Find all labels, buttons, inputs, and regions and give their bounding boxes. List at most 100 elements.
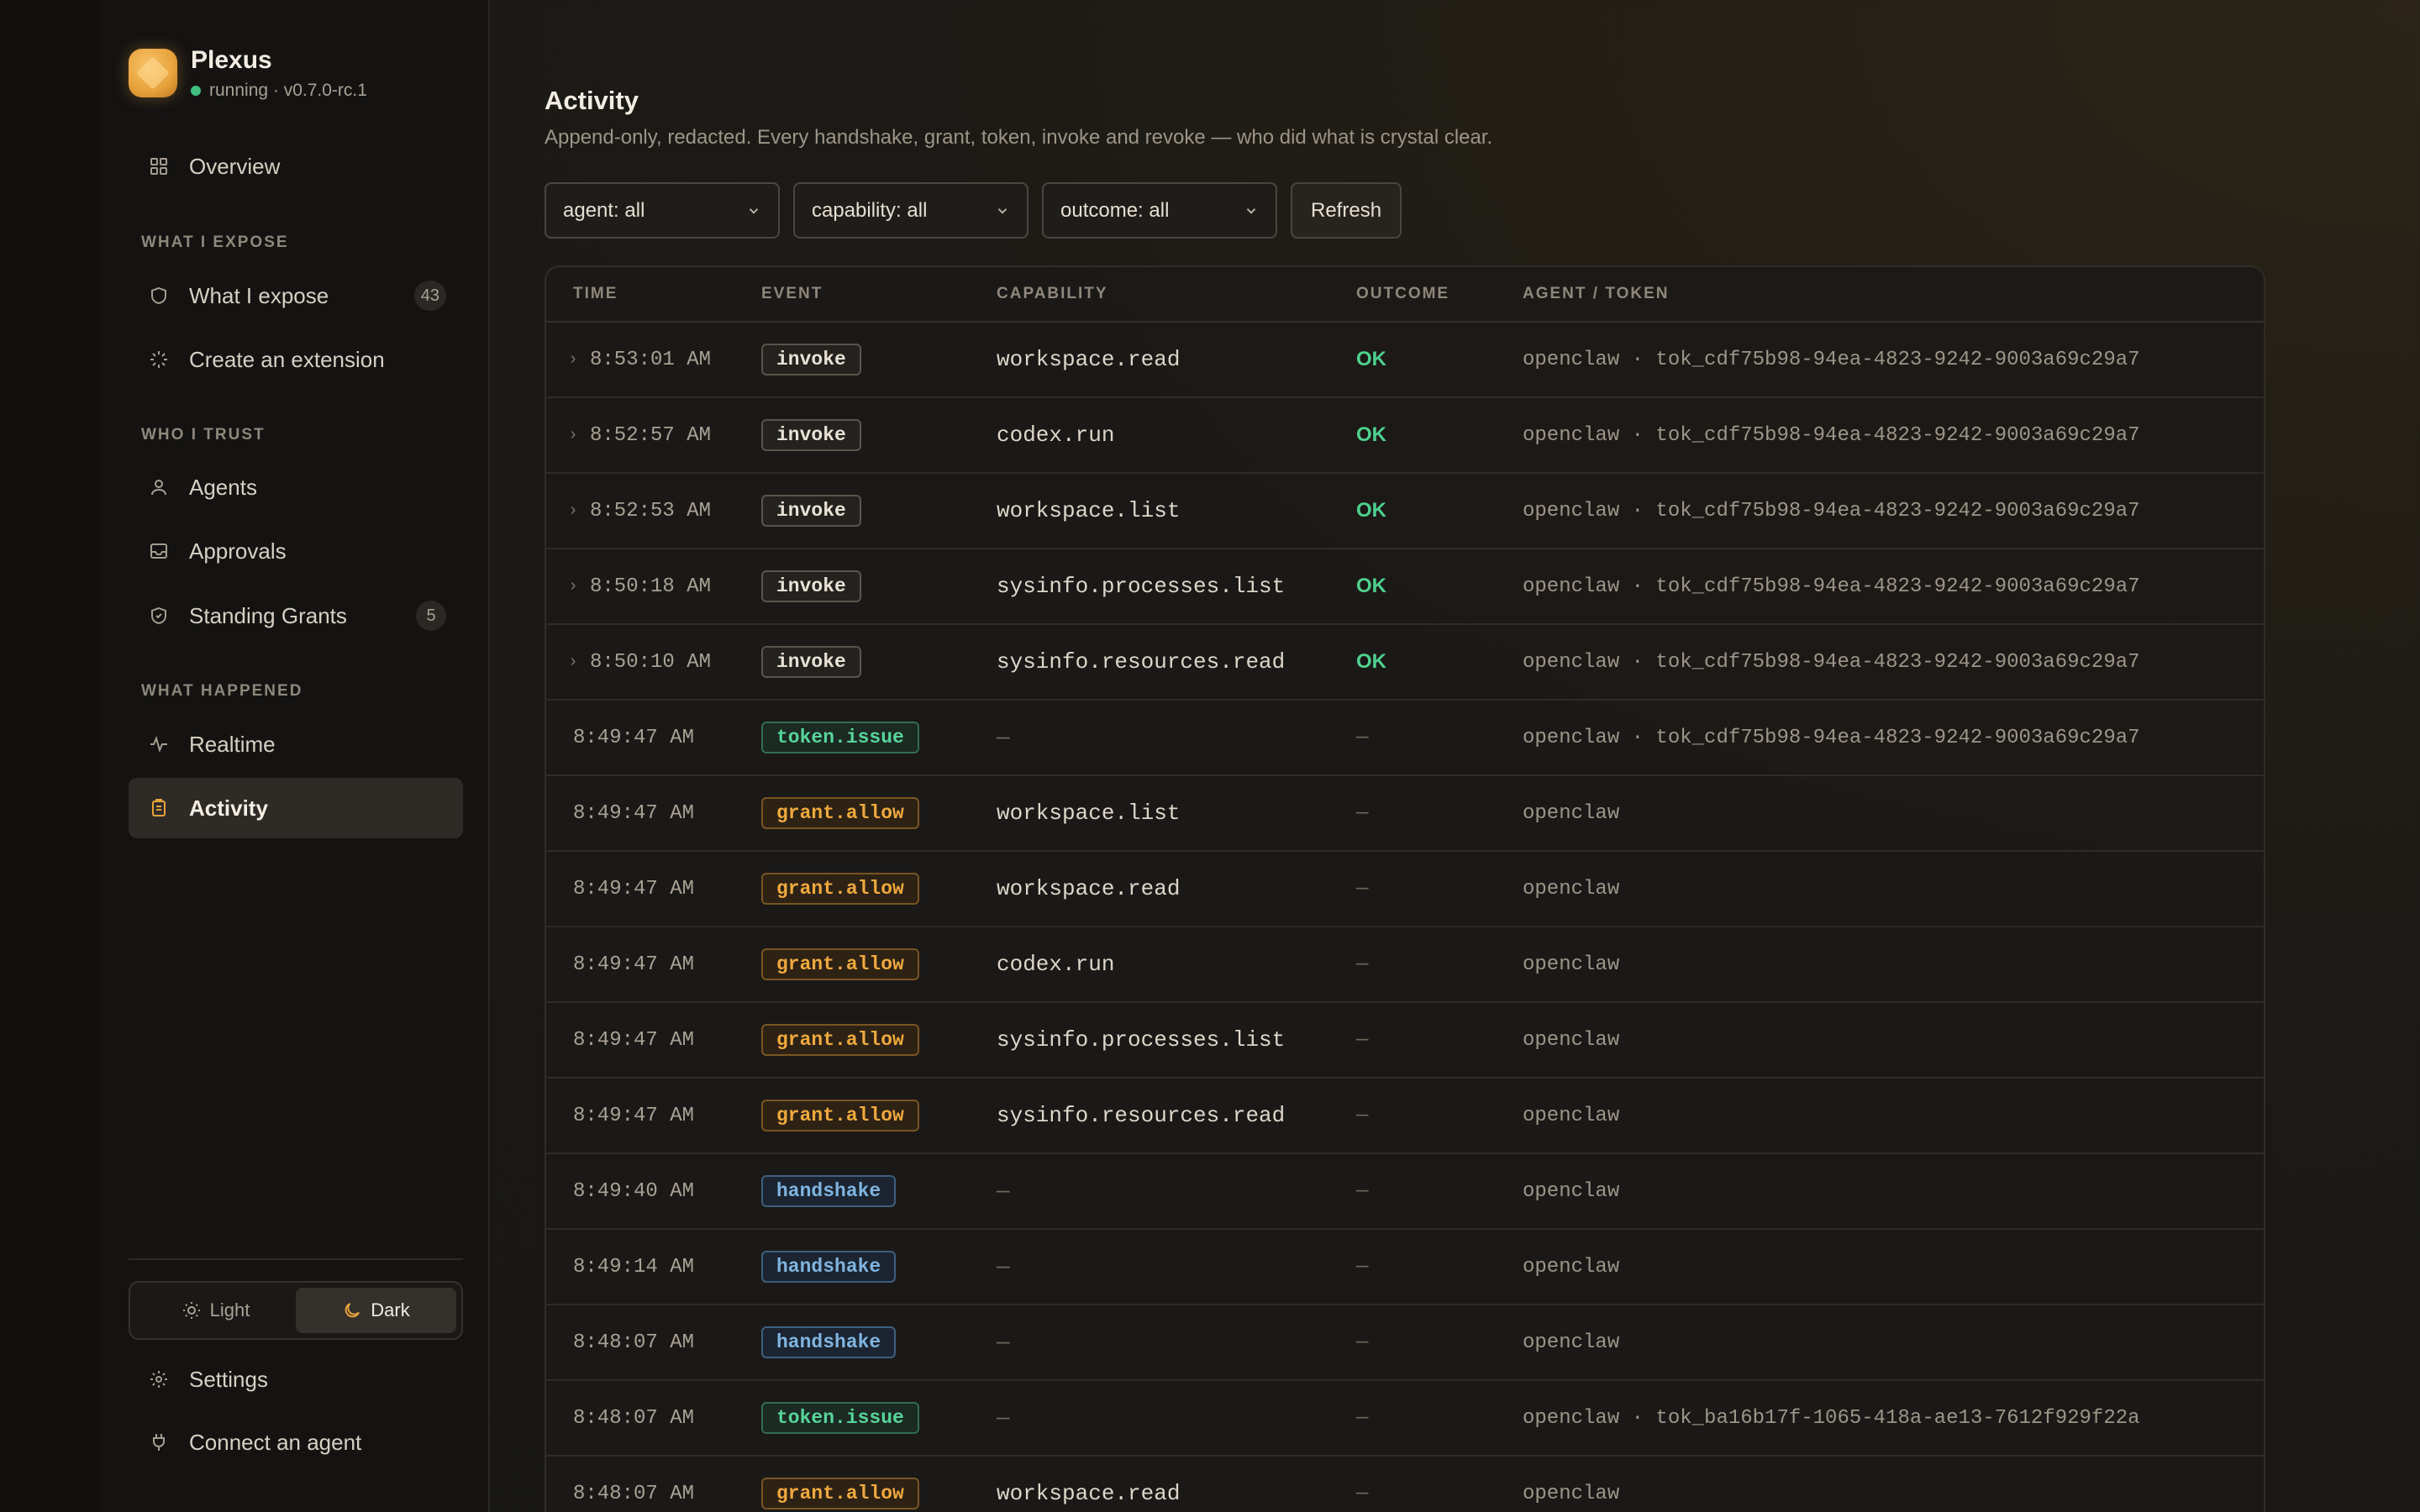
outcome-filter-value: outcome: all — [1060, 198, 1170, 222]
cell-agent-token: openclaw — [1523, 1028, 1620, 1052]
cell-agent-token: openclaw — [1523, 1104, 1620, 1127]
theme-dark-button[interactable]: Dark — [296, 1288, 456, 1333]
cell-capability: codex.run — [997, 952, 1115, 977]
cell-outcome: OK — [1356, 423, 1386, 446]
cell-event: invoke — [761, 419, 997, 451]
cell-event: grant.allow — [761, 797, 997, 829]
cell-outcome: — — [1356, 953, 1369, 976]
cell-time: › 8:52:57 AM — [546, 424, 761, 447]
table-row: 8:49:47 AM grant.allow codex.run — openclaw — [546, 927, 2264, 1003]
chevron-right-icon[interactable]: › — [568, 501, 583, 521]
sidebar-item-create-extension[interactable]: Create an extension — [129, 329, 463, 390]
time-text: 8:52:53 AM — [590, 499, 712, 522]
sidebar-item-agents[interactable]: Agents — [129, 457, 463, 517]
event-badge: grant.allow — [761, 797, 919, 829]
cell-time: › 8:50:18 AM — [546, 575, 761, 598]
cell-capability: sysinfo.processes.list — [997, 1027, 1286, 1053]
app-status: running · v0.7.0-rc.1 — [191, 81, 367, 101]
cell-time: 8:49:47 AM — [546, 1029, 761, 1052]
table-row: 8:48:07 AM handshake — — openclaw — [546, 1305, 2264, 1381]
table-row[interactable]: › 8:52:53 AM invoke workspace.list OK opencla… — [546, 474, 2264, 549]
header-outcome: OUTCOME — [1356, 285, 1450, 302]
chevron-right-icon[interactable]: › — [568, 577, 583, 596]
table-row: 8:48:07 AM grant.allow workspace.read — open… — [546, 1457, 2264, 1512]
time-text: 8:49:47 AM — [573, 953, 695, 976]
time-text: 8:48:07 AM — [573, 1331, 695, 1354]
agent-filter-select[interactable]: agent: all — [544, 182, 780, 239]
chevron-right-icon[interactable]: › — [568, 426, 583, 445]
refresh-button[interactable]: Refresh — [1291, 182, 1402, 239]
sidebar-item-approvals[interactable]: Approvals — [129, 521, 463, 581]
cell-outcome: — — [1356, 1406, 1369, 1430]
table-row[interactable]: › 8:53:01 AM invoke workspace.read OK opencla… — [546, 323, 2264, 398]
table-row[interactable]: › 8:50:18 AM invoke sysinfo.processes.list O… — [546, 549, 2264, 625]
sidebar-item-activity[interactable]: Activity — [129, 778, 463, 838]
cell-capability: sysinfo.resources.read — [997, 649, 1286, 675]
cell-agent-token: openclaw — [1523, 953, 1620, 976]
cell-time: 8:48:07 AM — [546, 1483, 761, 1505]
activity-table: TIME EVENT CAPABILITY OUTCOME AGENT / TO… — [544, 265, 2265, 1512]
capability-filter-value: capability: all — [812, 198, 928, 222]
time-text: 8:53:01 AM — [590, 348, 712, 371]
sidebar-item-label: Create an extension — [189, 346, 385, 372]
cell-capability: workspace.read — [997, 876, 1181, 901]
cell-outcome: — — [1356, 1179, 1369, 1203]
time-text: 8:49:47 AM — [573, 801, 695, 825]
sidebar-item-realtime[interactable]: Realtime — [129, 714, 463, 774]
cell-agent-token: openclaw · tok_cdf75b98-94ea-4823-9242-9… — [1523, 423, 2140, 447]
status-dot-icon — [191, 86, 201, 96]
sidebar-item-label: Agents — [189, 474, 257, 500]
chevron-down-icon — [1246, 207, 1256, 214]
cell-capability: — — [997, 1405, 1010, 1431]
cell-capability: — — [997, 725, 1010, 750]
header-agent-token: AGENT / TOKEN — [1523, 285, 1670, 302]
plug-icon — [147, 1431, 171, 1454]
table-header: TIME EVENT CAPABILITY OUTCOME AGENT / TO… — [546, 267, 2264, 323]
cell-event: invoke — [761, 344, 997, 375]
time-text: 8:49:47 AM — [573, 1104, 695, 1127]
chevron-right-icon[interactable]: › — [568, 350, 583, 370]
event-badge: handshake — [761, 1251, 897, 1283]
cell-outcome: — — [1356, 1104, 1369, 1127]
theme-light-label: Light — [209, 1299, 250, 1320]
filter-bar: agent: all capability: all outcome: all … — [544, 182, 1402, 239]
cell-capability: workspace.list — [997, 498, 1181, 523]
capability-filter-select[interactable]: capability: all — [793, 182, 1028, 239]
sidebar-item-standing-grants[interactable]: Standing Grants 5 — [129, 585, 463, 646]
sidebar-item-label: Connect an agent — [189, 1429, 362, 1455]
sidebar-item-overview[interactable]: Overview — [129, 136, 463, 197]
chevron-right-icon[interactable]: › — [568, 653, 583, 672]
sidebar-item-connect-agent[interactable]: Connect an agent — [129, 1412, 463, 1473]
cell-event: grant.allow — [761, 1478, 997, 1509]
cell-capability: sysinfo.resources.read — [997, 1103, 1286, 1128]
table-body: › 8:53:01 AM invoke workspace.read OK opencla… — [546, 323, 2264, 1512]
theme-light-button[interactable]: Light — [135, 1288, 296, 1333]
page-subtitle: Append-only, redacted. Every handshake, … — [544, 126, 1493, 149]
cell-capability: — — [997, 1254, 1010, 1279]
cell-outcome: OK — [1356, 348, 1386, 370]
plexus-logo-icon — [129, 49, 177, 97]
sidebar-item-settings[interactable]: Settings — [129, 1349, 463, 1410]
cell-agent-token: openclaw — [1523, 877, 1620, 900]
cell-agent-token: openclaw · tok_cdf75b98-94ea-4823-9242-9… — [1523, 499, 2140, 522]
table-row[interactable]: › 8:52:57 AM invoke codex.run OK openclaw · t… — [546, 398, 2264, 474]
cell-outcome: — — [1356, 877, 1369, 900]
sidebar-item-what-i-expose[interactable]: What I expose 43 — [129, 265, 463, 326]
table-row[interactable]: › 8:50:10 AM invoke sysinfo.resources.read O… — [546, 625, 2264, 701]
outcome-filter-select[interactable]: outcome: all — [1042, 182, 1277, 239]
header-time: TIME — [573, 285, 618, 302]
table-row: 8:49:47 AM grant.allow workspace.read — open… — [546, 852, 2264, 927]
table-row: 8:49:47 AM grant.allow workspace.list — open… — [546, 776, 2264, 852]
event-badge: grant.allow — [761, 948, 919, 980]
time-text: 8:50:10 AM — [590, 650, 712, 674]
time-text: 8:48:07 AM — [573, 1482, 695, 1505]
cell-agent-token: openclaw · tok_cdf75b98-94ea-4823-9242-9… — [1523, 650, 2140, 674]
table-row: 8:49:14 AM handshake — — openclaw — [546, 1230, 2264, 1305]
clipboard-icon — [147, 796, 171, 820]
cell-capability: workspace.list — [997, 801, 1181, 826]
event-badge: grant.allow — [761, 1024, 919, 1056]
sidebar-item-label: Realtime — [189, 731, 276, 757]
cell-outcome: — — [1356, 1255, 1369, 1278]
cell-event: handshake — [761, 1251, 997, 1283]
table-row: 8:49:40 AM handshake — — openclaw — [546, 1154, 2264, 1230]
